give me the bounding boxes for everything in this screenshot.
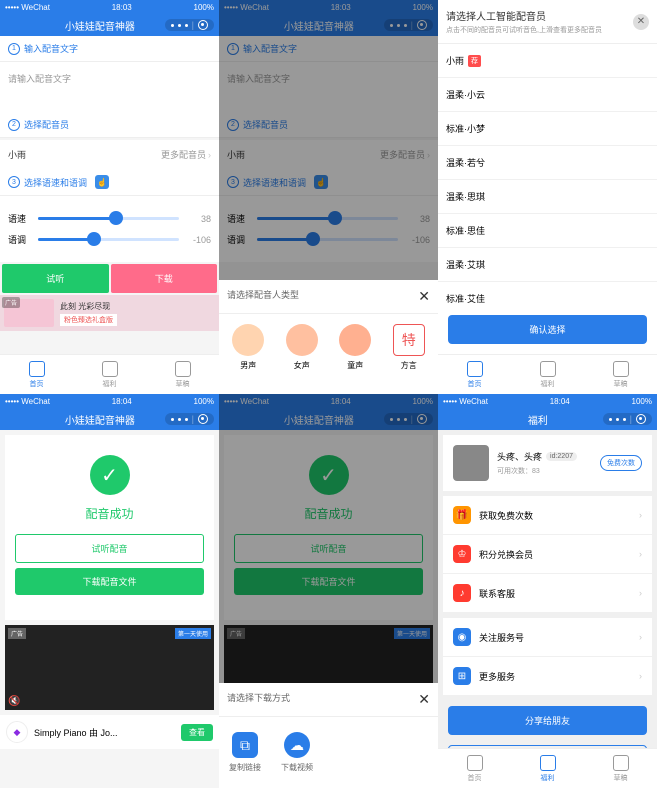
share-button[interactable]: 分享给朋友	[448, 706, 647, 735]
success-panel: ✓ 配音成功 试听配音 下载配音文件	[5, 435, 214, 620]
tab-welfare[interactable]: 福利	[73, 355, 146, 394]
menu-support[interactable]: ♪联系客服›	[443, 574, 652, 613]
bell-icon: ◉	[453, 628, 471, 646]
mute-icon[interactable]: 🔇	[8, 696, 20, 707]
menu-more[interactable]: ⊞更多服务›	[443, 657, 652, 696]
gift-icon: 🎁	[453, 506, 471, 524]
pitch-slider[interactable]	[38, 238, 179, 241]
screen-success-2: ••••• WeChat18:04100% 小娃娃配音神器| ✓ 配音成功 试听…	[219, 394, 438, 788]
voice-option[interactable]: 标准·艾佳	[438, 282, 657, 305]
link-icon: ⧉	[232, 732, 258, 758]
hand-icon: ☝	[95, 175, 109, 189]
voice-selector[interactable]: 小雨更多配音员›	[0, 140, 219, 169]
menu-points[interactable]: ♔积分兑换会员›	[443, 535, 652, 574]
step-2-header: 2选择配音员	[0, 112, 219, 138]
confirm-button[interactable]: 确认选择	[448, 315, 647, 344]
status-bar: ••••• WeChat18:03100%	[0, 0, 219, 14]
gift-icon	[102, 361, 118, 377]
tab-welfare[interactable]: 福利	[511, 749, 584, 788]
home-icon	[29, 361, 45, 377]
voice-type-sheet: 请选择配音人类型✕ 男声 女声 童声 特方言	[219, 280, 438, 394]
screen-profile: ••••• WeChat18:04100% 福利| 头疼、头疼id:2207 可…	[438, 394, 657, 788]
screen-voice-list: ••••• WeChat18:03100% 小娃娃配音神器| 请选择人工智能配音…	[438, 0, 657, 394]
copy-link-button[interactable]: ⧉复制链接	[229, 732, 261, 773]
tab-home[interactable]: 首页	[438, 749, 511, 788]
speed-slider[interactable]	[38, 217, 179, 220]
avatar	[453, 445, 489, 481]
screen-success-1: ••••• WeChat18:04100% 小娃娃配音神器| ✓ 配音成功 试听…	[0, 394, 219, 788]
voice-option[interactable]: 小雨荐	[438, 44, 657, 78]
doc-icon	[175, 361, 191, 377]
header: 福利|	[438, 408, 657, 430]
view-button[interactable]: 查看	[181, 724, 213, 741]
download-video-button[interactable]: ☁下载视频	[281, 732, 313, 773]
voice-option[interactable]: 标准·思佳	[438, 214, 657, 248]
step-1-header: 1输入配音文字	[0, 36, 219, 62]
screen-main: ••••• WeChat18:03100% 小娃娃配音神器 | 1输入配音文字 …	[0, 0, 219, 394]
listen-button[interactable]: 试听配音	[15, 534, 204, 563]
menu-capsule[interactable]: |	[603, 413, 652, 425]
voice-option[interactable]: 温柔·若兮	[438, 146, 657, 180]
voice-option[interactable]: 温柔·小云	[438, 78, 657, 112]
cloud-download-icon: ☁	[284, 732, 310, 758]
menu-capsule[interactable]: |	[165, 413, 214, 425]
voice-child[interactable]: 童声	[331, 324, 380, 384]
voice-male[interactable]: 男声	[224, 324, 273, 384]
download-button[interactable]: 下载	[111, 264, 218, 293]
grid-icon: ⊞	[453, 667, 471, 685]
app-icon: ◆	[6, 721, 28, 743]
close-icon[interactable]: ✕	[418, 691, 430, 708]
voice-option[interactable]: 标准·小梦	[438, 112, 657, 146]
page-title: 小娃娃配音神器	[35, 18, 165, 33]
menu-free-count[interactable]: 🎁获取免费次数›	[443, 496, 652, 535]
voice-option[interactable]: 温柔·艾琪	[438, 248, 657, 282]
menu-capsule[interactable]: |	[165, 19, 214, 31]
vip-icon: ♔	[453, 545, 471, 563]
tab-draft[interactable]: 草稿	[584, 355, 657, 394]
headset-icon: ♪	[453, 584, 471, 602]
voice-female[interactable]: 女声	[278, 324, 327, 384]
status-bar: ••••• WeChat18:04100%	[0, 394, 219, 408]
chevron-right-icon: ›	[639, 510, 642, 520]
tab-bar: 首页 福利 草稿	[0, 354, 219, 394]
voice-option[interactable]: 温柔·思琪	[438, 180, 657, 214]
tab-home[interactable]: 首页	[0, 355, 73, 394]
voice-dialect[interactable]: 特方言	[385, 324, 434, 384]
download-button[interactable]: 下载配音文件	[15, 568, 204, 595]
free-count-button[interactable]: 免费次数	[600, 455, 642, 471]
close-icon[interactable]: ✕	[418, 288, 430, 305]
chevron-right-icon: ›	[208, 150, 211, 160]
sliders: 语速38 语调-106	[0, 196, 219, 262]
tab-home[interactable]: 首页	[438, 355, 511, 394]
check-icon: ✓	[90, 455, 130, 495]
step-3-header: 3选择语速和语调☝	[0, 169, 219, 196]
listen-button[interactable]: 试听	[2, 264, 109, 293]
profile-card: 头疼、头疼id:2207 可用次数：83 免费次数	[443, 435, 652, 491]
header: 小娃娃配音神器|	[0, 408, 219, 430]
tab-welfare[interactable]: 福利	[511, 355, 584, 394]
video-ad[interactable]: 广告 第一天使用 🔇	[5, 625, 214, 710]
text-input[interactable]: 请输入配音文字	[0, 62, 219, 112]
header: 小娃娃配音神器 |	[0, 14, 219, 36]
close-icon[interactable]: ✕	[633, 14, 649, 30]
download-sheet: 请选择下载方式✕ ⧉复制链接 ☁下载视频	[219, 683, 438, 788]
app-install-row: ◆ Simply Piano 由 Jo... 查看	[0, 715, 219, 749]
status-bar: ••••• WeChat18:04100%	[438, 394, 657, 408]
screen-voice-type: ••••• WeChat18:03100% 小娃娃配音神器| 1输入配音文字 请…	[219, 0, 438, 394]
tab-draft[interactable]: 草稿	[146, 355, 219, 394]
menu-follow[interactable]: ◉关注服务号›	[443, 618, 652, 657]
voice-list-modal: 请选择人工智能配音员点击不同的配音员可试听音色,上滑查看更多配音员✕ 小雨荐 温…	[438, 0, 657, 354]
tab-draft[interactable]: 草稿	[584, 749, 657, 788]
ad-banner[interactable]: 广告此刻 光彩尽现粉色臻选礼盒版	[0, 295, 219, 331]
close-icon	[198, 20, 208, 30]
